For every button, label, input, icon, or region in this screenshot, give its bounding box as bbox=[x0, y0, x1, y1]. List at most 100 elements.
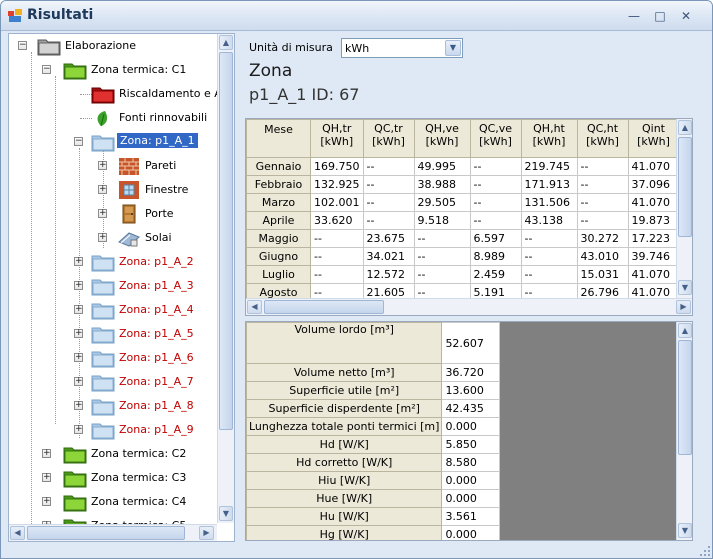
tree-item-zona-p1-a-5[interactable]: + Zona: p1_A_5 bbox=[9, 323, 229, 345]
table-cell[interactable]: 169.750 bbox=[310, 157, 364, 176]
table-cell[interactable]: 8.989 bbox=[469, 247, 522, 266]
tree-item-zona-p1-a-4[interactable]: + Zona: p1_A_4 bbox=[9, 299, 229, 321]
row-header-month[interactable]: Gennaio bbox=[246, 157, 311, 176]
table-cell[interactable]: -- bbox=[310, 265, 364, 284]
table-cell[interactable]: 12.572 bbox=[362, 265, 415, 284]
table-row[interactable]: Marzo 102.001 -- 29.505 -- 131.506 -- 41.070 bbox=[246, 193, 680, 212]
tree-item-zona-p1-a-9[interactable]: + Zona: p1_A_9 bbox=[9, 419, 229, 441]
tree-item-zone-c1[interactable]: − Zona termica: C1 bbox=[9, 59, 229, 81]
scroll-thumb[interactable] bbox=[264, 300, 384, 314]
tree-item-zona-p1-a-2[interactable]: + Zona: p1_A_2 bbox=[9, 251, 229, 273]
table-cell[interactable]: -- bbox=[576, 211, 629, 230]
property-row[interactable]: Volume lordo [m³] 52.607 bbox=[246, 322, 501, 364]
tree-item-fonti[interactable]: Fonti rinnovabili bbox=[9, 107, 229, 129]
table-cell[interactable]: 38.988 bbox=[413, 175, 471, 194]
table-cell[interactable]: 17.223 bbox=[627, 229, 680, 248]
property-row[interactable]: Lunghezza totale ponti termici [m] 0.000 bbox=[246, 417, 501, 436]
table-cell[interactable]: -- bbox=[576, 175, 629, 194]
tree-item-riscaldamento[interactable]: Riscaldamento e ACS bbox=[9, 83, 234, 105]
table-cell[interactable]: -- bbox=[362, 211, 415, 230]
collapse-icon[interactable]: − bbox=[18, 41, 27, 50]
column-header[interactable]: QH,tr [kWh] bbox=[310, 119, 364, 158]
tree-item-zona-p1-a-6[interactable]: + Zona: p1_A_6 bbox=[9, 347, 229, 369]
column-header[interactable]: QH,ht [kWh] bbox=[520, 119, 578, 158]
table-cell[interactable]: 34.021 bbox=[362, 247, 415, 266]
property-row[interactable]: Hue [W/K] 0.000 bbox=[246, 489, 501, 508]
table-cell[interactable]: 2.459 bbox=[469, 265, 522, 284]
table-cell[interactable]: 9.518 bbox=[413, 211, 471, 230]
property-value[interactable]: 3.561 bbox=[441, 507, 501, 526]
table-cell[interactable]: 41.070 bbox=[627, 157, 680, 176]
tree-vertical-scrollbar[interactable]: ▲ ▼ bbox=[217, 34, 234, 523]
tree-item-root[interactable]: − Elaborazione bbox=[9, 35, 229, 57]
table-cell[interactable]: -- bbox=[576, 193, 629, 212]
maximize-icon[interactable]: □ bbox=[651, 8, 669, 24]
table-row[interactable]: Febbraio 132.925 -- 38.988 -- 171.913 -- 37.096 bbox=[246, 175, 680, 194]
column-header[interactable]: QC,ht [kWh] bbox=[576, 119, 629, 158]
scroll-thumb[interactable] bbox=[27, 526, 185, 540]
scroll-thumb[interactable] bbox=[678, 137, 692, 237]
expand-icon[interactable]: + bbox=[74, 257, 83, 266]
collapse-icon[interactable]: − bbox=[74, 137, 83, 146]
tree-item-zona-p1-a-8[interactable]: + Zona: p1_A_8 bbox=[9, 395, 229, 417]
property-row[interactable]: Hu [W/K] 3.561 bbox=[246, 507, 501, 526]
table-cell[interactable]: -- bbox=[576, 157, 629, 176]
minimize-icon[interactable]: — bbox=[625, 8, 643, 24]
scroll-down-icon[interactable]: ▼ bbox=[678, 523, 692, 538]
scroll-left-icon[interactable]: ◀ bbox=[247, 300, 262, 314]
table-cell[interactable]: 102.001 bbox=[310, 193, 364, 212]
tree-item-porte[interactable]: + Porte bbox=[9, 203, 229, 225]
row-header-month[interactable]: Marzo bbox=[246, 193, 311, 212]
tree-item-zona-p1-a-3[interactable]: + Zona: p1_A_3 bbox=[9, 275, 229, 297]
scroll-up-icon[interactable]: ▲ bbox=[219, 35, 233, 50]
row-header-month[interactable]: Maggio bbox=[246, 229, 311, 248]
column-header[interactable]: Qint [kWh] bbox=[627, 119, 680, 158]
property-value[interactable]: 52.607 bbox=[441, 322, 501, 364]
table-cell[interactable]: -- bbox=[520, 229, 578, 248]
table-cell[interactable]: 132.925 bbox=[310, 175, 364, 194]
table-cell[interactable]: 171.913 bbox=[520, 175, 578, 194]
chevron-down-icon[interactable]: ▼ bbox=[445, 40, 461, 56]
property-row[interactable]: Hd [W/K] 5.850 bbox=[246, 435, 501, 454]
table-cell[interactable]: 131.506 bbox=[520, 193, 578, 212]
table-cell[interactable]: 43.010 bbox=[576, 247, 629, 266]
table-row[interactable]: Gennaio 169.750 -- 49.995 -- 219.745 -- 41.070 bbox=[246, 157, 680, 176]
collapse-icon[interactable]: − bbox=[42, 65, 51, 74]
table-cell[interactable]: 43.138 bbox=[520, 211, 578, 230]
expand-icon[interactable]: + bbox=[98, 233, 107, 242]
property-value[interactable]: 8.580 bbox=[441, 453, 501, 472]
expand-icon[interactable]: + bbox=[74, 401, 83, 410]
tree-item-zone-c4[interactable]: + Zona termica: C4 bbox=[9, 491, 229, 513]
expand-icon[interactable]: + bbox=[74, 281, 83, 290]
tree-item-zone-c3[interactable]: + Zona termica: C3 bbox=[9, 467, 229, 489]
scroll-left-icon[interactable]: ◀ bbox=[10, 526, 25, 540]
property-value[interactable]: 42.435 bbox=[441, 399, 501, 418]
table-cell[interactable]: -- bbox=[310, 229, 364, 248]
row-header-month[interactable]: Febbraio bbox=[246, 175, 311, 194]
property-row[interactable]: Hd corretto [W/K] 8.580 bbox=[246, 453, 501, 472]
table-cell[interactable]: 33.620 bbox=[310, 211, 364, 230]
title-bar[interactable]: Risultati — □ ✕ bbox=[1, 1, 712, 31]
table-cell[interactable]: 37.096 bbox=[627, 175, 680, 194]
column-header[interactable]: QC,tr [kWh] bbox=[362, 119, 415, 158]
table-cell[interactable]: -- bbox=[362, 157, 415, 176]
expand-icon[interactable]: + bbox=[74, 425, 83, 434]
table-cell[interactable]: -- bbox=[469, 193, 522, 212]
table-cell[interactable]: 30.272 bbox=[576, 229, 629, 248]
table-cell[interactable]: 19.873 bbox=[627, 211, 680, 230]
property-value[interactable]: 13.600 bbox=[441, 381, 501, 400]
column-header-mese[interactable]: Mese bbox=[246, 119, 311, 158]
property-row[interactable]: Superficie disperdente [m²] 42.435 bbox=[246, 399, 501, 418]
table-cell[interactable]: -- bbox=[362, 193, 415, 212]
scroll-down-icon[interactable]: ▼ bbox=[678, 280, 692, 295]
property-row[interactable]: Hiu [W/K] 0.000 bbox=[246, 471, 501, 490]
table-cell[interactable]: -- bbox=[413, 265, 471, 284]
expand-icon[interactable]: + bbox=[98, 209, 107, 218]
table-row[interactable]: Maggio -- 23.675 -- 6.597 -- 30.272 17.223 bbox=[246, 229, 680, 248]
column-header[interactable]: QH,ve [kWh] bbox=[413, 119, 471, 158]
scroll-right-icon[interactable]: ▶ bbox=[199, 526, 214, 540]
scroll-down-icon[interactable]: ▼ bbox=[219, 506, 233, 521]
tree-item-zona-p1-a-1[interactable]: − Zona: p1_A_1 bbox=[9, 131, 229, 153]
tree-item-finestre[interactable]: + Finestre bbox=[9, 179, 229, 201]
property-value[interactable]: 0.000 bbox=[441, 489, 501, 508]
